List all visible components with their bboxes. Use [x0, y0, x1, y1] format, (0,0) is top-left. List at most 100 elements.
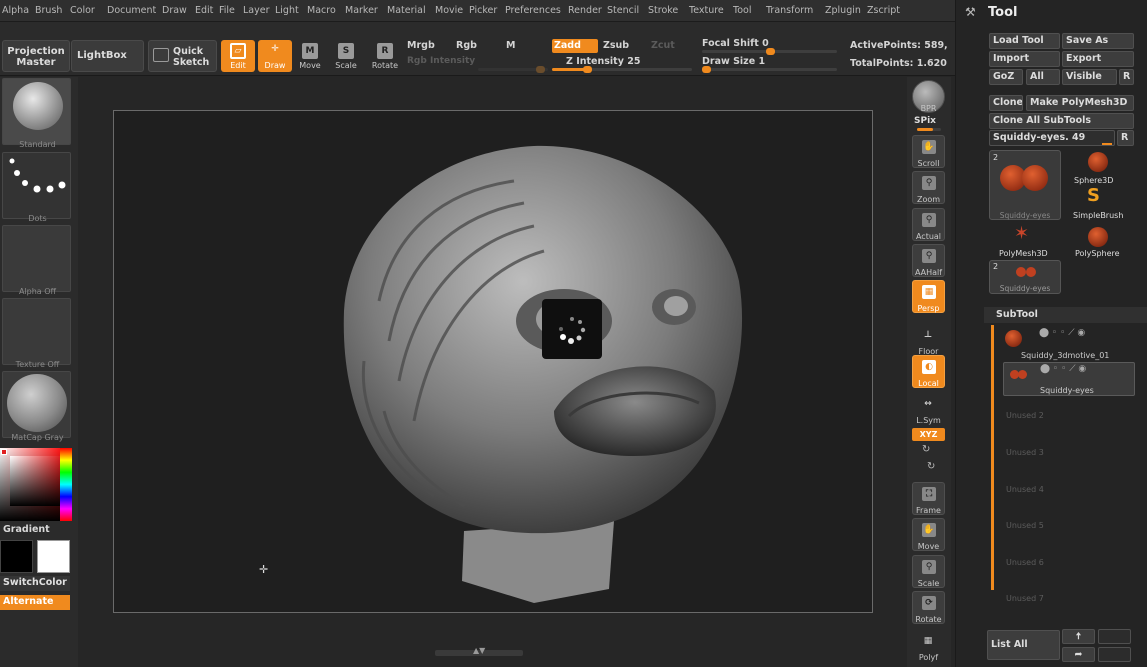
list-all-button[interactable]: List All — [987, 630, 1060, 660]
unused-subtool-slot[interactable]: Unused 3 — [1006, 448, 1044, 457]
all-button[interactable]: All — [1026, 69, 1060, 85]
menu-material[interactable]: Material — [387, 5, 426, 16]
subtool-list-scrollbar[interactable] — [991, 325, 994, 590]
rotate-view-button[interactable]: ⟳ Rotate — [912, 591, 945, 624]
hue-strip[interactable] — [60, 448, 72, 521]
menu-light[interactable]: Light — [275, 5, 299, 16]
switch-color-button[interactable]: SwitchColor — [0, 576, 70, 591]
menu-tool[interactable]: Tool — [733, 5, 751, 16]
zadd-button[interactable]: Zadd — [552, 39, 598, 53]
subtool-row-squiddy[interactable]: ⬤ ◦ ◦ ⟋ ◉ Squiddy_3dmotive_01 — [1001, 326, 1135, 360]
tool-thumb-squiddy-eyes-large[interactable]: 2 Squiddy-eyes — [989, 150, 1061, 220]
unused-subtool-slot[interactable]: Unused 6 — [1006, 558, 1044, 567]
scroll-button[interactable]: ✋ Scroll — [912, 135, 945, 168]
spix-slider[interactable] — [917, 128, 941, 131]
tool-panel-title[interactable]: Tool — [988, 5, 1017, 20]
z-intensity-slider[interactable] — [552, 66, 692, 73]
simplebrush-icon[interactable]: S — [1087, 185, 1100, 206]
menu-texture[interactable]: Texture — [689, 5, 724, 16]
alpha-button[interactable] — [2, 225, 71, 292]
frame-button[interactable]: ⛶ Frame — [912, 482, 945, 515]
move-mode-button[interactable]: M Move — [293, 40, 327, 72]
rgb-intensity-knob[interactable] — [536, 66, 545, 73]
tool-r-button[interactable]: R — [1117, 130, 1134, 146]
menu-edit[interactable]: Edit — [195, 5, 213, 16]
menu-zplugin[interactable]: Zplugin — [825, 5, 861, 16]
draw-size-knob[interactable] — [702, 66, 711, 73]
menu-transform[interactable]: Transform — [766, 5, 813, 16]
scale-view-button[interactable]: ⚲ Scale — [912, 555, 945, 588]
menu-marker[interactable]: Marker — [345, 5, 378, 16]
material-button[interactable] — [2, 371, 71, 438]
move-up-button[interactable]: 🠅 — [1062, 629, 1095, 644]
menu-render[interactable]: Render — [568, 5, 602, 16]
current-tool-slider[interactable]: Squiddy-eyes. 49 — [989, 130, 1115, 146]
unused-subtool-slot[interactable]: Unused 7 — [1006, 594, 1044, 603]
subtool-toggle-icons[interactable]: ⬤ ◦ ◦ ⟋ ◉ — [1039, 328, 1085, 338]
zcut-button[interactable]: Zcut — [651, 40, 675, 51]
current-tool-knob[interactable] — [1102, 143, 1112, 145]
arrow-right-button[interactable]: ➦ — [1062, 647, 1095, 662]
menu-draw[interactable]: Draw — [162, 5, 187, 16]
export-button[interactable]: Export — [1062, 51, 1134, 67]
zsub-button[interactable]: Zsub — [603, 40, 629, 51]
subtool-row-squiddy-eyes[interactable]: ⬤ ◦ ◦ ⟋ ◉ Squiddy-eyes — [1003, 362, 1135, 396]
load-tool-button[interactable]: Load Tool — [989, 33, 1060, 49]
draw-size-slider[interactable] — [702, 66, 837, 73]
make-polymesh-button[interactable]: Make PolyMesh3D — [1026, 95, 1134, 111]
menu-preferences[interactable]: Preferences — [505, 5, 561, 16]
actual-button[interactable]: ⚲ Actual — [912, 208, 945, 241]
local-button[interactable]: ◐ Local — [912, 355, 945, 388]
menu-color[interactable]: Color — [70, 5, 95, 16]
menu-macro[interactable]: Macro — [307, 5, 336, 16]
polymesh3d-star-icon[interactable]: ✶ — [1014, 223, 1029, 244]
rotate-z-icon[interactable]: ↻ — [927, 461, 935, 472]
saturation-square[interactable] — [10, 456, 60, 506]
rotate-y-icon[interactable]: ↻ — [922, 444, 930, 455]
mrgb-button[interactable]: Mrgb — [407, 40, 435, 51]
move-view-button[interactable]: ✋ Move — [912, 518, 945, 551]
edit-mode-button[interactable]: ▱ Edit — [221, 40, 255, 72]
canvas-scroll-handle[interactable]: ▲▼ — [435, 646, 523, 656]
menu-document[interactable]: Document — [107, 5, 156, 16]
main-color-swatch[interactable] — [37, 540, 70, 573]
focal-shift-knob[interactable] — [766, 48, 775, 55]
lsym-button[interactable]: ↔ L.Sym — [912, 393, 945, 426]
rgb-intensity-slider[interactable] — [478, 66, 548, 73]
rotate-mode-button[interactable]: R Rotate — [368, 40, 402, 72]
draw-mode-button[interactable]: ✛ Draw — [258, 40, 292, 72]
lightbox-button[interactable]: LightBox — [71, 40, 144, 72]
perspective-button[interactable]: ▦ Persp — [912, 280, 945, 313]
gradient-label[interactable]: Gradient — [3, 524, 50, 535]
color-picker[interactable] — [0, 448, 72, 521]
menu-zscript[interactable]: Zscript — [867, 5, 900, 16]
import-button[interactable]: Import — [989, 51, 1060, 67]
subtool-header[interactable]: SubTool — [984, 307, 1147, 323]
alternate-button[interactable]: Alternate — [0, 595, 70, 610]
xyz-button[interactable]: XYZ — [912, 428, 945, 441]
menu-layer[interactable]: Layer — [243, 5, 270, 16]
unused-subtool-slot[interactable]: Unused 4 — [1006, 485, 1044, 494]
menu-alpha[interactable]: Alpha — [2, 5, 29, 16]
r-button[interactable]: R — [1119, 69, 1134, 85]
unused-subtool-slot[interactable]: Unused 2 — [1006, 411, 1044, 420]
visible-button[interactable]: Visible — [1062, 69, 1117, 85]
floor-button[interactable]: ⊥ Floor — [912, 324, 945, 357]
focal-shift-slider[interactable] — [702, 48, 837, 55]
menu-brush[interactable]: Brush — [35, 5, 62, 16]
bpr-render-button[interactable]: BPR — [912, 80, 945, 113]
menu-picker[interactable]: Picker — [469, 5, 497, 16]
polyf-button[interactable]: ▦ Polyf — [912, 630, 945, 663]
sculpt-head-model[interactable] — [114, 111, 874, 614]
save-as-button[interactable]: Save As — [1062, 33, 1134, 49]
arrow-disabled-button[interactable] — [1098, 647, 1131, 662]
rgb-button[interactable]: Rgb — [456, 40, 477, 51]
menu-stroke[interactable]: Stroke — [648, 5, 678, 16]
sphere3d-icon[interactable] — [1088, 152, 1108, 172]
scale-mode-button[interactable]: S Scale — [329, 40, 363, 72]
m-button[interactable]: M — [506, 40, 515, 51]
move-down-disabled-button[interactable] — [1098, 629, 1131, 644]
subtool-toggle-icons[interactable]: ⬤ ◦ ◦ ⟋ ◉ — [1040, 364, 1086, 374]
menu-movie[interactable]: Movie — [435, 5, 463, 16]
stroke-dots-button[interactable] — [2, 152, 71, 219]
